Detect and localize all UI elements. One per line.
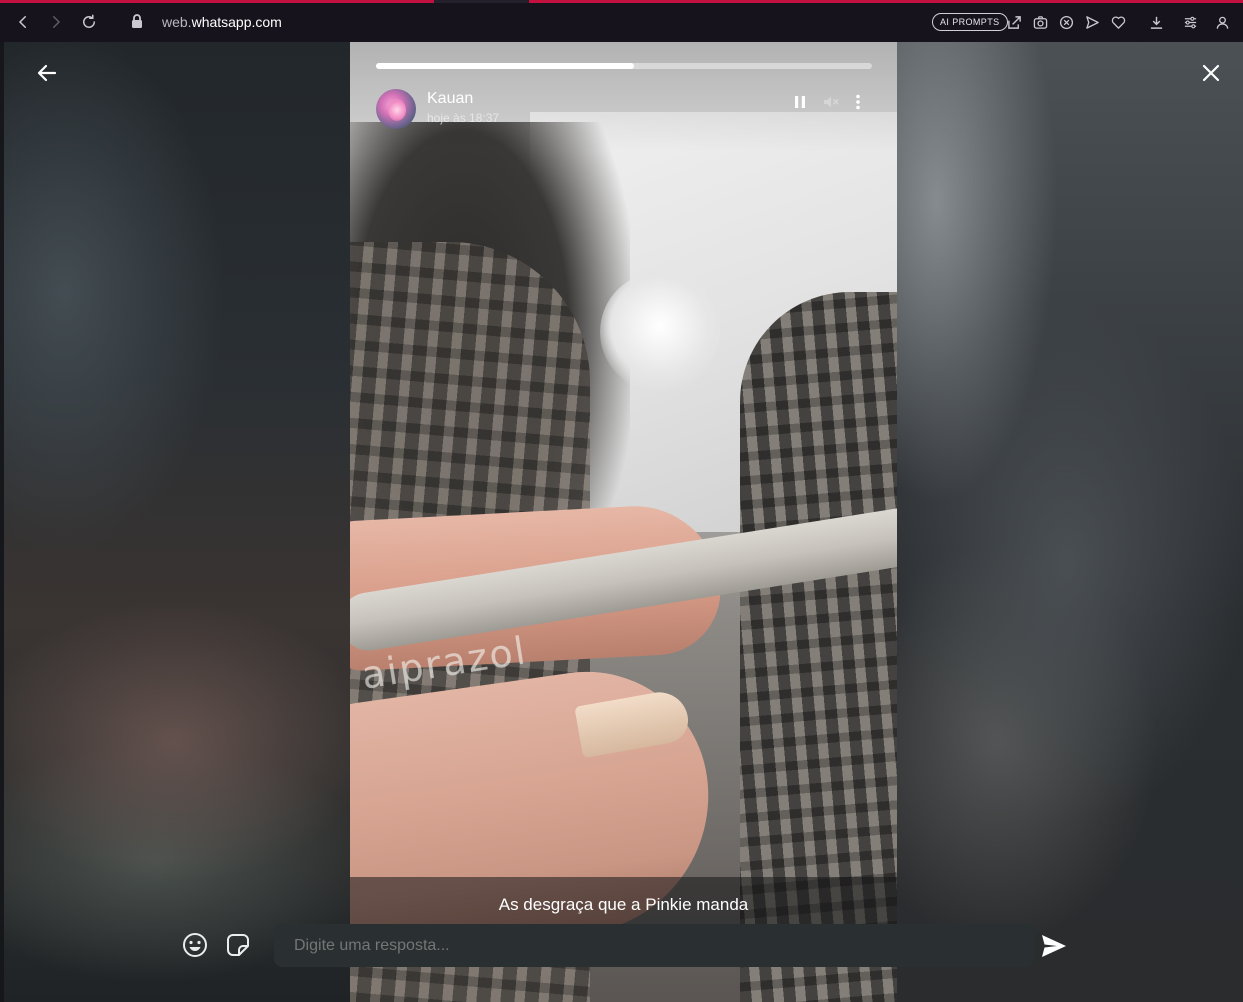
- send-icon[interactable]: [1039, 931, 1069, 961]
- reply-bar: [274, 924, 1034, 967]
- heart-icon[interactable]: [1109, 13, 1127, 31]
- send-plane-icon[interactable]: [1083, 13, 1101, 31]
- status-caption: As desgraça que a Pinkie manda: [498, 895, 749, 914]
- close-circle-icon[interactable]: [1057, 13, 1075, 31]
- close-icon[interactable]: [1199, 61, 1223, 85]
- tab-accent-left: [0, 0, 434, 3]
- reload-icon[interactable]: [79, 12, 99, 32]
- blurred-backdrop-left: [4, 42, 350, 1002]
- status-progress-bar: [376, 63, 872, 69]
- download-icon[interactable]: [1147, 13, 1165, 31]
- active-tab-indicator[interactable]: [434, 0, 529, 3]
- mute-icon[interactable]: [819, 90, 843, 114]
- back-arrow-icon[interactable]: [13, 12, 33, 32]
- share-icon[interactable]: [1005, 13, 1023, 31]
- avatar[interactable]: [376, 89, 416, 129]
- sticker-icon[interactable]: [224, 931, 252, 959]
- menu-icon[interactable]: [1181, 13, 1199, 31]
- more-options-icon[interactable]: [846, 90, 870, 114]
- reply-input[interactable]: [294, 924, 1014, 967]
- profile-icon[interactable]: [1213, 13, 1231, 31]
- sneaker: [600, 272, 720, 392]
- forward-arrow-icon[interactable]: [46, 12, 66, 32]
- status-timestamp: hoje às 18:37: [427, 111, 500, 125]
- pause-icon[interactable]: [788, 90, 812, 114]
- contact-name[interactable]: Kauan: [427, 90, 473, 108]
- blurred-backdrop-right: [897, 42, 1243, 1002]
- back-arrow-icon[interactable]: [35, 61, 59, 85]
- status-viewer: aiprazol Kauan hoje às 18:37 As desgraça…: [4, 42, 1243, 1002]
- tab-accent-right: [529, 0, 1243, 3]
- status-photo[interactable]: aiprazol: [350, 42, 897, 1002]
- camera-icon[interactable]: [1031, 13, 1049, 31]
- status-progress-fill: [376, 63, 634, 69]
- emoji-icon[interactable]: [181, 931, 209, 959]
- lock-icon: [130, 13, 144, 34]
- browser-toolbar: web.whatsapp.com AI PROMPTS: [0, 0, 1243, 42]
- address-bar[interactable]: web.whatsapp.com: [162, 14, 282, 30]
- ai-prompts-button[interactable]: AI PROMPTS: [932, 13, 1008, 31]
